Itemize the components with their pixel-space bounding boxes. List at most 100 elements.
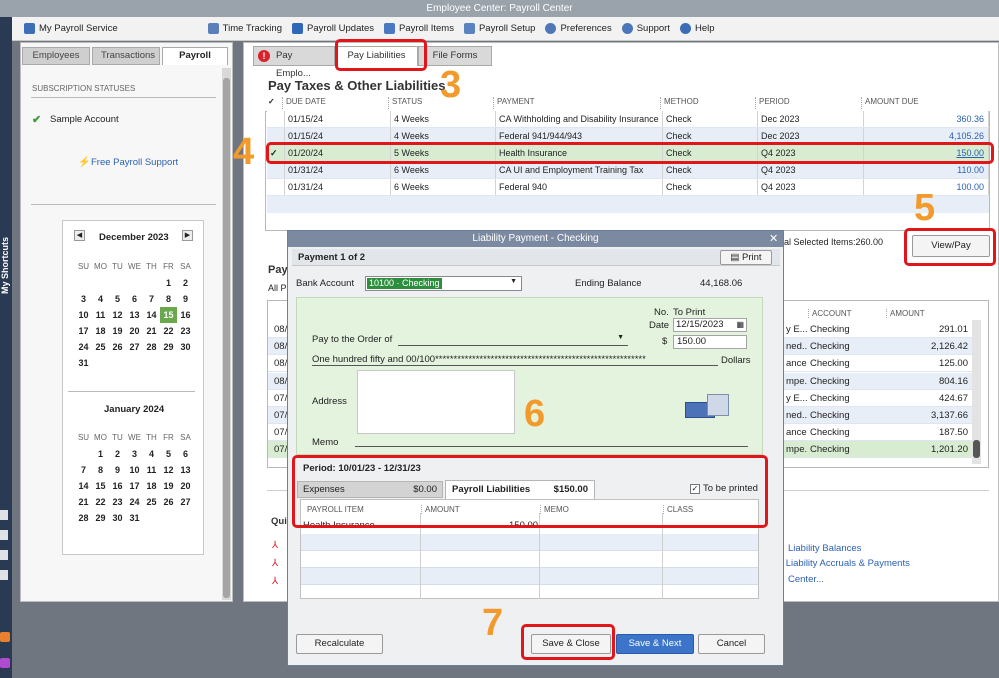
address-field[interactable] bbox=[357, 370, 515, 434]
preferences-button[interactable]: Preferences bbox=[545, 23, 612, 34]
calendar-day[interactable]: 3 bbox=[75, 291, 92, 307]
calendar-day[interactable]: 17 bbox=[75, 323, 92, 339]
col-account[interactable]: ACCOUNT bbox=[808, 309, 884, 318]
calendar-day[interactable]: 4 bbox=[92, 291, 109, 307]
purple-app-icon[interactable] bbox=[0, 658, 10, 668]
calendar-day[interactable]: 16 bbox=[177, 307, 194, 323]
calendar-day[interactable]: 21 bbox=[143, 323, 160, 339]
check-number-value[interactable]: To Print bbox=[673, 307, 705, 318]
payments-scrollbar[interactable] bbox=[972, 320, 981, 464]
calendar-day[interactable]: 31 bbox=[75, 355, 92, 371]
payroll-updates-button[interactable]: Payroll Updates bbox=[291, 23, 374, 34]
calendar-day[interactable]: 9 bbox=[177, 291, 194, 307]
amount-field[interactable]: 150.00 bbox=[673, 335, 747, 349]
calendar-day[interactable]: 20 bbox=[126, 323, 143, 339]
col-amount-due[interactable]: AMOUNT DUE bbox=[861, 97, 986, 109]
col-payment[interactable]: PAYMENT bbox=[493, 97, 660, 109]
calendar-day[interactable]: 1 bbox=[160, 275, 177, 291]
calendar-day[interactable]: 11 bbox=[143, 462, 160, 478]
tab-payroll[interactable]: Payroll bbox=[162, 47, 228, 65]
time-tracking-button[interactable]: Time Tracking bbox=[207, 23, 282, 34]
shortcut-icon[interactable] bbox=[0, 530, 8, 540]
calendar-day[interactable]: 14 bbox=[143, 307, 160, 323]
calendar-day[interactable]: 12 bbox=[109, 307, 126, 323]
close-icon[interactable]: ✕ bbox=[769, 231, 778, 247]
next-month-button[interactable]: ▶ bbox=[182, 230, 193, 241]
calendar-day[interactable]: 17 bbox=[126, 478, 143, 494]
bank-account-select[interactable]: 10100 · Checking ▼ bbox=[365, 276, 522, 291]
calendar-day[interactable]: 1 bbox=[92, 446, 109, 462]
calendar-day[interactable]: 30 bbox=[177, 339, 194, 355]
orange-app-icon[interactable] bbox=[0, 632, 10, 642]
col-due-date[interactable]: DUE DATE bbox=[282, 97, 388, 109]
calendar-day[interactable]: 27 bbox=[177, 494, 194, 510]
save-next-button[interactable]: Save & Next bbox=[616, 634, 694, 654]
my-shortcuts-label[interactable]: My Shortcuts bbox=[0, 235, 12, 295]
calendar-day[interactable]: 11 bbox=[92, 307, 109, 323]
calendar-day[interactable]: 10 bbox=[126, 462, 143, 478]
calendar-day[interactable]: 5 bbox=[160, 446, 177, 462]
my-payroll-service-button[interactable]: My Payroll Service bbox=[24, 23, 118, 34]
liability-balances-link[interactable]: Liability Balances bbox=[788, 543, 861, 554]
calendar-day[interactable]: 5 bbox=[109, 291, 126, 307]
liability-accruals-link[interactable]: l Liability Accruals & Payments bbox=[781, 558, 910, 569]
calendar-day[interactable]: 2 bbox=[177, 275, 194, 291]
shortcut-icon[interactable] bbox=[0, 550, 8, 560]
tab-employees[interactable]: Employees bbox=[22, 47, 90, 65]
help-button[interactable]: Help bbox=[679, 23, 715, 34]
center-link[interactable]: Center... bbox=[788, 574, 824, 585]
calendar-day[interactable]: 8 bbox=[160, 291, 177, 307]
left-scrollbar[interactable] bbox=[222, 68, 231, 600]
calendar-day[interactable]: 20 bbox=[177, 478, 194, 494]
calendar-icon[interactable]: ▦ bbox=[736, 319, 744, 331]
calendar-day[interactable]: 19 bbox=[109, 323, 126, 339]
calendar-day[interactable]: 6 bbox=[126, 291, 143, 307]
calendar-day[interactable]: 18 bbox=[143, 478, 160, 494]
calendar-day[interactable]: 23 bbox=[177, 323, 194, 339]
calendar-day[interactable]: 18 bbox=[92, 323, 109, 339]
calendar-day[interactable]: 26 bbox=[160, 494, 177, 510]
calendar-day[interactable]: 2 bbox=[109, 446, 126, 462]
calendar-day[interactable]: 7 bbox=[143, 291, 160, 307]
free-payroll-support-link[interactable]: Free Payroll Support bbox=[91, 157, 178, 168]
tab-file-forms[interactable]: File Forms bbox=[418, 46, 492, 66]
calendar-day[interactable]: 29 bbox=[160, 339, 177, 355]
print-button[interactable]: ▤ Print bbox=[720, 250, 772, 265]
calendar-day[interactable]: 16 bbox=[109, 478, 126, 494]
payroll-setup-button[interactable]: Payroll Setup bbox=[463, 23, 535, 34]
tab-pay-employees[interactable]: ! Pay Emplo... bbox=[253, 46, 335, 79]
calendar-day[interactable]: 15 bbox=[92, 478, 109, 494]
payroll-items-button[interactable]: Payroll Items bbox=[384, 23, 454, 34]
calendar-day[interactable]: 24 bbox=[126, 494, 143, 510]
calendar-day[interactable]: 19 bbox=[160, 478, 177, 494]
calendar-day[interactable]: 22 bbox=[92, 494, 109, 510]
calendar-day[interactable]: 24 bbox=[75, 339, 92, 355]
calendar-day[interactable]: 6 bbox=[177, 446, 194, 462]
date-field[interactable]: 12/15/2023 ▦ bbox=[673, 318, 747, 332]
calendar-day[interactable]: 23 bbox=[109, 494, 126, 510]
table-row[interactable]: 01/15/24 4 Weeks CA Withholding and Disabi… bbox=[267, 111, 989, 128]
calendar-day[interactable]: 27 bbox=[126, 339, 143, 355]
prev-month-button[interactable]: ◀ bbox=[74, 230, 85, 241]
calendar-day[interactable]: 25 bbox=[92, 339, 109, 355]
shortcut-icon[interactable] bbox=[0, 570, 8, 580]
col-method[interactable]: METHOD bbox=[660, 97, 755, 109]
table-row[interactable]: 01/31/24 6 Weeks CA UI and Employment Trai… bbox=[267, 162, 989, 179]
col-amount[interactable]: AMOUNT bbox=[886, 309, 972, 318]
cancel-button[interactable]: Cancel bbox=[698, 634, 765, 654]
calendar-day[interactable]: 15 bbox=[160, 307, 177, 323]
col-period[interactable]: PERIOD bbox=[755, 97, 861, 109]
calendar-day[interactable]: 9 bbox=[109, 462, 126, 478]
calendar-day[interactable]: 8 bbox=[92, 462, 109, 478]
table-row[interactable]: 01/31/24 6 Weeks Federal 940 Check Q4 2023 10… bbox=[267, 179, 989, 196]
calendar-day[interactable]: 28 bbox=[143, 339, 160, 355]
calendar-day[interactable]: 21 bbox=[75, 494, 92, 510]
support-button[interactable]: Support bbox=[621, 23, 670, 34]
calendar-day[interactable]: 3 bbox=[126, 446, 143, 462]
calendar-day[interactable]: 10 bbox=[75, 307, 92, 323]
calendar-day[interactable]: 30 bbox=[109, 510, 126, 526]
calendar-day[interactable]: 12 bbox=[160, 462, 177, 478]
calendar-day[interactable]: 28 bbox=[75, 510, 92, 526]
calendar-day[interactable]: 29 bbox=[92, 510, 109, 526]
tab-transactions[interactable]: Transactions bbox=[92, 47, 160, 65]
